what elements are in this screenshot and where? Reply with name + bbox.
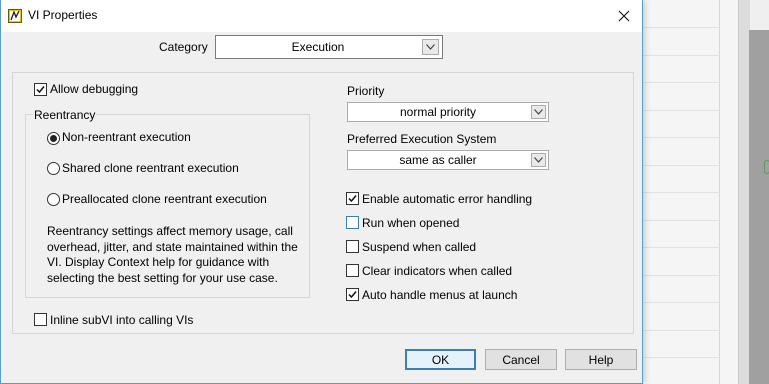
background-row-line — [640, 220, 720, 221]
auto-handle-menus-checkbox[interactable] — [346, 288, 359, 301]
window-title: VI Properties — [28, 8, 98, 22]
chevron-down-icon — [534, 157, 543, 163]
background-row-line — [640, 275, 720, 276]
title-bar[interactable]: VI Properties — [1, 0, 642, 32]
ok-button[interactable]: OK — [405, 349, 476, 370]
priority-value: normal priority — [399, 105, 477, 119]
inline-subvi-label: Inline subVI into calling VIs — [50, 313, 194, 327]
background-row-line — [640, 357, 720, 358]
preallocated-clone-radio[interactable] — [47, 193, 60, 206]
background-row-line — [640, 82, 720, 83]
inline-subvi-checkbox[interactable] — [34, 313, 47, 326]
background-row-line — [640, 302, 720, 303]
vi-properties-dialog: VI Properties Category Execution Allow d… — [0, 0, 643, 384]
checkmark-icon — [36, 86, 45, 94]
background-block — [749, 30, 769, 384]
suspend-when-called-checkbox[interactable] — [346, 240, 359, 253]
suspend-when-called-label: Suspend when called — [362, 240, 477, 254]
checkmark-icon — [348, 291, 357, 299]
priority-label: Priority — [347, 84, 385, 98]
radio-selected-dot — [50, 135, 57, 142]
background-row-line — [640, 247, 720, 248]
close-button[interactable] — [607, 3, 641, 29]
non-reentrant-label: Non-reentrant execution — [62, 130, 191, 144]
checkmark-icon — [348, 195, 357, 203]
preallocated-clone-label: Preallocated clone reentrant execution — [62, 192, 267, 206]
run-when-opened-label: Run when opened — [362, 216, 460, 230]
vi-properties-app-icon — [8, 9, 22, 23]
clear-indicators-when-called-label: Clear indicators when called — [362, 264, 513, 278]
reentrancy-note: Reentrancy settings affect memory usage,… — [47, 224, 298, 285]
background-row-line — [640, 137, 720, 138]
reentrancy-title: Reentrancy — [33, 108, 97, 122]
preferred-execution-system-value: same as caller — [399, 153, 477, 167]
preferred-execution-system-select[interactable]: same as caller — [347, 150, 549, 170]
shared-clone-label: Shared clone reentrant execution — [62, 161, 239, 175]
help-button[interactable]: Help — [565, 349, 637, 370]
preferred-execution-system-dropdown-button[interactable] — [531, 153, 546, 167]
background-row-line — [640, 27, 720, 28]
cancel-button[interactable]: Cancel — [485, 349, 557, 370]
priority-dropdown-button[interactable] — [531, 105, 546, 119]
chevron-down-icon — [534, 109, 543, 115]
background-row-line — [640, 55, 720, 56]
auto-handle-menus-label: Auto handle menus at launch — [362, 288, 518, 302]
background-marker — [764, 160, 769, 174]
close-icon — [618, 10, 630, 22]
preferred-execution-system-label: Preferred Execution System — [347, 132, 497, 146]
shared-clone-radio[interactable] — [47, 162, 60, 175]
category-dropdown-button[interactable] — [422, 39, 439, 55]
non-reentrant-radio[interactable] — [47, 132, 60, 145]
clear-indicators-when-called-checkbox[interactable] — [346, 264, 359, 277]
background-row-line — [640, 330, 720, 331]
background-row-line — [640, 192, 720, 193]
allow-debugging-label: Allow debugging — [50, 82, 139, 96]
category-label: Category — [159, 40, 208, 54]
category-select[interactable]: Execution — [215, 35, 443, 59]
allow-debugging-checkbox[interactable] — [34, 83, 47, 96]
background-row-line — [640, 165, 720, 166]
run-when-opened-checkbox[interactable] — [346, 216, 359, 229]
enable-automatic-error-handling-checkbox[interactable] — [346, 192, 359, 205]
background-row-line — [640, 110, 720, 111]
priority-select[interactable]: normal priority — [347, 102, 549, 122]
chevron-down-icon — [426, 44, 435, 50]
enable-automatic-error-handling-label: Enable automatic error handling — [362, 192, 533, 206]
category-value: Execution — [291, 40, 345, 54]
